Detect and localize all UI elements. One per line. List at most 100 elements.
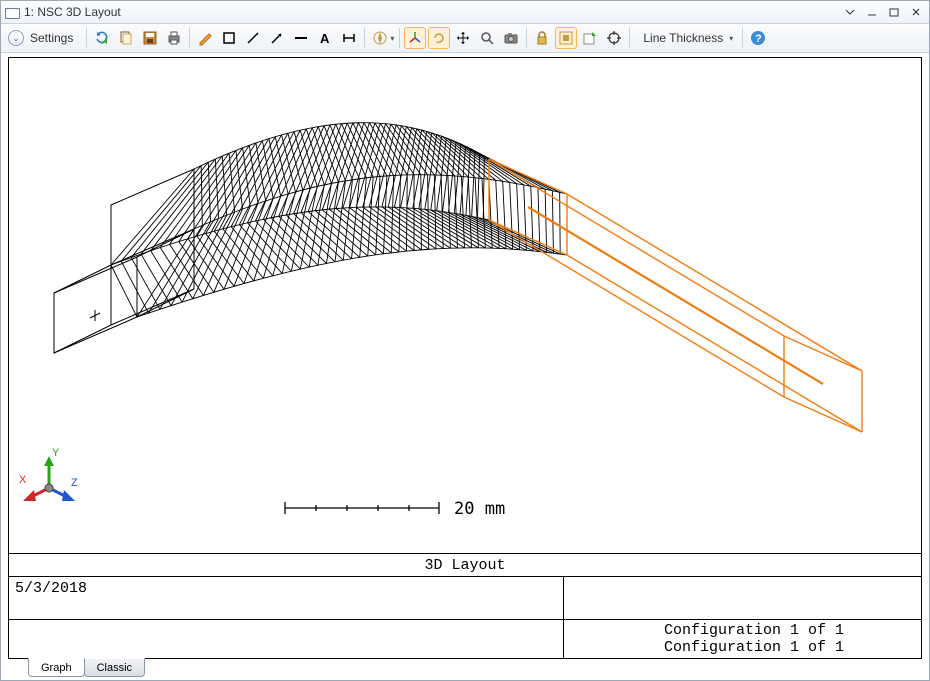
tab-classic[interactable]: Classic <box>84 658 145 677</box>
camera-icon <box>503 30 519 46</box>
zoom-icon <box>479 30 495 46</box>
settings-label: Settings <box>26 31 77 45</box>
axes-toggle[interactable] <box>404 27 426 49</box>
toolbar: ⌄ Settings A <box>1 24 929 53</box>
print-icon <box>166 30 182 46</box>
chevron-down-icon: ▾ <box>729 34 733 43</box>
horizontal-line-tool[interactable] <box>290 27 312 49</box>
compass-icon <box>372 30 388 46</box>
layout-3d-svg: 20 mm X Y Z <box>9 58 919 548</box>
help-icon: ? <box>750 30 766 46</box>
lock-button[interactable] <box>531 27 553 49</box>
refresh-icon <box>94 30 110 46</box>
drawing-title: 3D Layout <box>424 557 505 574</box>
config-text-1: Configuration 1 of 1 <box>664 622 921 639</box>
separator <box>399 28 400 48</box>
chevron-down-icon: ▾ <box>390 34 394 43</box>
arrow-icon <box>269 30 285 46</box>
drawing-date: 5/3/2018 <box>15 580 87 597</box>
drawing-frame: 20 mm X Y Z <box>8 57 922 659</box>
window-controls <box>841 5 925 19</box>
svg-text:Y: Y <box>52 447 60 459</box>
pencil-tool[interactable] <box>194 27 216 49</box>
svg-text:A: A <box>320 31 330 46</box>
arrow-tool[interactable] <box>266 27 288 49</box>
config-text-2: Configuration 1 of 1 <box>664 639 921 656</box>
target-button[interactable] <box>603 27 625 49</box>
drawing-title-row: 3D Layout <box>9 553 921 576</box>
fit-icon <box>558 30 574 46</box>
export-icon <box>582 30 598 46</box>
copy-button[interactable] <box>115 27 137 49</box>
minimize-icon <box>867 7 877 17</box>
pan-icon <box>455 30 471 46</box>
config-cell: Configuration 1 of 1 Configuration 1 of … <box>564 620 921 658</box>
axes-icon <box>407 30 423 46</box>
tab-classic-label: Classic <box>97 662 132 674</box>
application-window: 1: NSC 3D Layout ⌄ Settings <box>0 0 930 681</box>
dropdown-window-button[interactable] <box>841 5 859 19</box>
dimension-icon <box>341 30 357 46</box>
horizontal-line-icon <box>293 30 309 46</box>
minimize-button[interactable] <box>863 5 881 19</box>
close-icon <box>911 7 921 17</box>
line-tool[interactable] <box>242 27 264 49</box>
line-thickness-label: Line Thickness <box>639 31 727 45</box>
pan-tool[interactable] <box>452 27 474 49</box>
save-icon <box>142 30 158 46</box>
drawing-date-row: 5/3/2018 <box>9 576 921 619</box>
viewport-3d[interactable]: 20 mm X Y Z <box>9 58 921 553</box>
app-icon <box>5 6 19 18</box>
help-button[interactable]: ? <box>747 27 769 49</box>
drawing-config-row: Configuration 1 of 1 Configuration 1 of … <box>9 619 921 658</box>
view-tabs: Graph Classic <box>8 658 922 680</box>
window-title: 1: NSC 3D Layout <box>24 5 841 19</box>
print-button[interactable] <box>163 27 185 49</box>
empty-cell <box>9 620 564 658</box>
svg-text:Z: Z <box>71 477 78 489</box>
copy-icon <box>118 30 134 46</box>
scale-label: 20 mm <box>454 499 505 519</box>
rotate-tool[interactable] <box>428 27 450 49</box>
fit-button[interactable] <box>555 27 577 49</box>
refresh-button[interactable] <box>91 27 113 49</box>
empty-cell <box>564 577 921 619</box>
dimension-tool[interactable] <box>338 27 360 49</box>
maximize-icon <box>889 7 899 17</box>
tab-graph[interactable]: Graph <box>28 658 85 677</box>
zoom-tool[interactable] <box>476 27 498 49</box>
line-thickness-dropdown[interactable]: Line Thickness ▾ <box>634 27 738 49</box>
chevron-down-icon: ⌄ <box>8 30 24 46</box>
svg-text:?: ? <box>755 33 762 45</box>
text-tool[interactable]: A <box>314 27 336 49</box>
separator <box>742 28 743 48</box>
save-button[interactable] <box>139 27 161 49</box>
tab-graph-label: Graph <box>41 662 72 674</box>
lock-icon <box>534 30 550 46</box>
scale-bar <box>285 502 439 514</box>
separator <box>364 28 365 48</box>
pencil-icon <box>197 30 213 46</box>
orbit-tool[interactable]: ▾ <box>369 27 395 49</box>
drawing-date-cell: 5/3/2018 <box>9 577 564 619</box>
axis-triad: X Y Z <box>19 447 78 501</box>
separator <box>86 28 87 48</box>
chevron-down-icon <box>845 7 855 17</box>
export-button[interactable] <box>579 27 601 49</box>
svg-text:X: X <box>19 474 27 486</box>
square-icon <box>221 30 237 46</box>
camera-tool[interactable] <box>500 27 522 49</box>
rectangle-tool[interactable] <box>218 27 240 49</box>
separator <box>526 28 527 48</box>
content-area: 20 mm X Y Z <box>1 53 929 680</box>
maximize-button[interactable] <box>885 5 903 19</box>
separator <box>189 28 190 48</box>
separator <box>629 28 630 48</box>
target-icon <box>606 30 622 46</box>
settings-dropdown[interactable]: ⌄ Settings <box>5 27 82 49</box>
diagonal-line-icon <box>245 30 261 46</box>
rotate-icon <box>431 30 447 46</box>
title-bar: 1: NSC 3D Layout <box>1 1 929 24</box>
letter-a-icon: A <box>317 30 333 46</box>
close-button[interactable] <box>907 5 925 19</box>
